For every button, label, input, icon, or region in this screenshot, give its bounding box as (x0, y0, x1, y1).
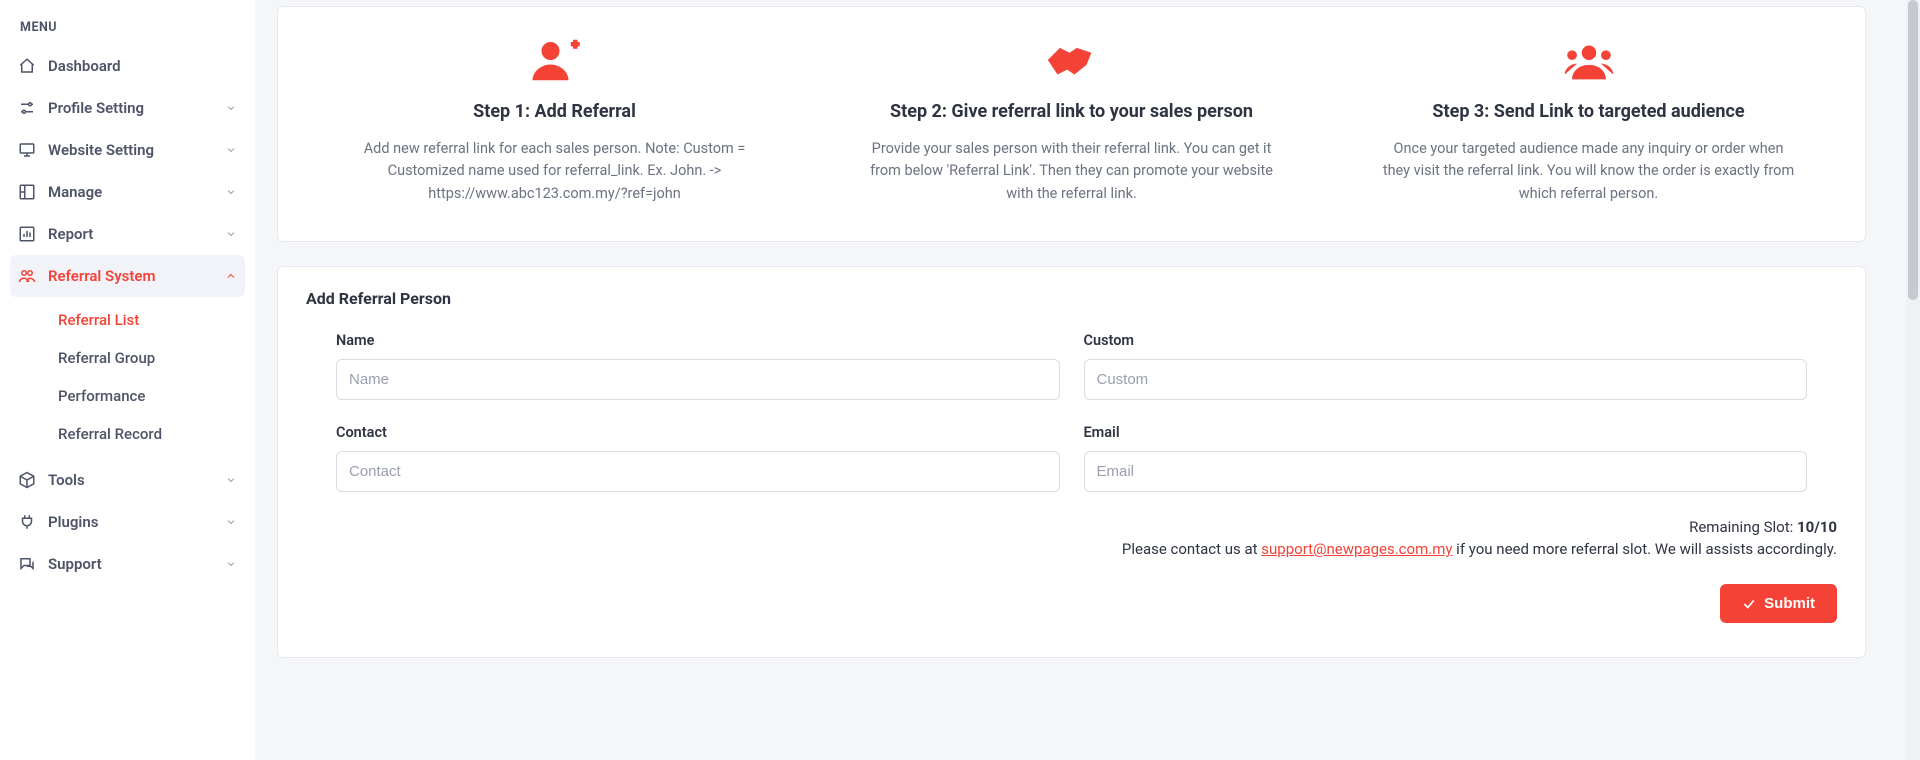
sidebar-item-tools[interactable]: Tools (0, 459, 255, 501)
user-plus-icon (528, 33, 582, 87)
sidebar-item-label: Support (48, 555, 102, 573)
contact-line: Please contact us at support@newpages.co… (306, 540, 1837, 558)
sidebar-item-label: Report (48, 225, 93, 243)
step-3: Step 3: Send Link to targeted audience O… (1340, 33, 1837, 205)
main-content: Step 1: Add Referral Add new referral li… (255, 0, 1906, 760)
sub-nav-referral-list[interactable]: Referral List (0, 301, 255, 339)
plug-icon (18, 513, 36, 531)
label-custom: Custom (1084, 332, 1808, 349)
step-desc: Once your targeted audience made any inq… (1379, 138, 1799, 205)
input-email[interactable] (1084, 451, 1808, 492)
sidebar-item-label: Website Setting (48, 141, 154, 159)
submit-label: Submit (1764, 595, 1815, 612)
sidebar: MENU Dashboard Profile Setting Website S… (0, 0, 255, 760)
sliders-icon (18, 99, 36, 117)
step-title: Step 1: Add Referral (306, 101, 803, 122)
people-icon (18, 267, 36, 285)
sidebar-item-website-setting[interactable]: Website Setting (0, 129, 255, 171)
support-email-link[interactable]: support@newpages.com.my (1261, 540, 1452, 558)
sidebar-item-support[interactable]: Support (0, 543, 255, 585)
form-title: Add Referral Person (306, 289, 1837, 308)
menu-heading: MENU (0, 14, 255, 45)
sidebar-item-label: Profile Setting (48, 99, 144, 117)
input-contact[interactable] (336, 451, 1060, 492)
page-scrollbar[interactable] (1906, 0, 1920, 760)
sidebar-item-manage[interactable]: Manage (0, 171, 255, 213)
sidebar-item-label: Referral System (48, 267, 156, 285)
field-name: Name (336, 332, 1060, 400)
remaining-slot-value: 10/10 (1797, 518, 1837, 536)
home-icon (18, 57, 36, 75)
monitor-icon (18, 141, 36, 159)
chevron-down-icon (225, 102, 237, 114)
chevron-down-icon (225, 516, 237, 528)
chevron-down-icon (225, 186, 237, 198)
check-icon (1742, 597, 1756, 611)
handshake-icon (1043, 33, 1101, 87)
referral-sub-nav: Referral List Referral Group Performance… (0, 297, 255, 459)
step-desc: Provide your sales person with their ref… (862, 138, 1282, 205)
add-referral-card: Add Referral Person Name Custom Contact … (277, 266, 1866, 658)
sidebar-item-label: Plugins (48, 513, 98, 531)
sidebar-item-plugins[interactable]: Plugins (0, 501, 255, 543)
remaining-slot: Remaining Slot: 10/10 (306, 518, 1837, 536)
sidebar-item-profile-setting[interactable]: Profile Setting (0, 87, 255, 129)
label-email: Email (1084, 424, 1808, 441)
submit-button[interactable]: Submit (1720, 584, 1837, 623)
input-custom[interactable] (1084, 359, 1808, 400)
sidebar-item-dashboard[interactable]: Dashboard (0, 45, 255, 87)
sidebar-item-referral-system[interactable]: Referral System (10, 255, 245, 297)
sub-nav-referral-group[interactable]: Referral Group (0, 339, 255, 377)
chevron-down-icon (225, 558, 237, 570)
field-contact: Contact (336, 424, 1060, 492)
contact-pre: Please contact us at (1122, 540, 1261, 558)
contact-post: if you need more referral slot. We will … (1452, 540, 1837, 558)
field-custom: Custom (1084, 332, 1808, 400)
step-1: Step 1: Add Referral Add new referral li… (306, 33, 803, 205)
label-contact: Contact (336, 424, 1060, 441)
sidebar-item-report[interactable]: Report (0, 213, 255, 255)
sub-nav-performance[interactable]: Performance (0, 377, 255, 415)
step-2: Step 2: Give referral link to your sales… (823, 33, 1320, 205)
chevron-down-icon (225, 144, 237, 156)
input-name[interactable] (336, 359, 1060, 400)
bar-chart-icon (18, 225, 36, 243)
field-email: Email (1084, 424, 1808, 492)
layout-icon (18, 183, 36, 201)
chevron-up-icon (225, 270, 237, 282)
label-name: Name (336, 332, 1060, 349)
remaining-slot-label: Remaining Slot: (1689, 518, 1797, 536)
chat-icon (18, 555, 36, 573)
step-title: Step 2: Give referral link to your sales… (823, 101, 1320, 122)
sub-nav-referral-record[interactable]: Referral Record (0, 415, 255, 453)
sidebar-item-label: Tools (48, 471, 85, 489)
users-icon (1560, 33, 1618, 87)
chevron-down-icon (225, 228, 237, 240)
cube-icon (18, 471, 36, 489)
step-title: Step 3: Send Link to targeted audience (1340, 101, 1837, 122)
steps-card: Step 1: Add Referral Add new referral li… (277, 6, 1866, 242)
chevron-down-icon (225, 474, 237, 486)
scrollbar-thumb[interactable] (1908, 0, 1918, 300)
sidebar-item-label: Manage (48, 183, 102, 201)
step-desc: Add new referral link for each sales per… (345, 138, 765, 205)
sidebar-item-label: Dashboard (48, 57, 121, 75)
